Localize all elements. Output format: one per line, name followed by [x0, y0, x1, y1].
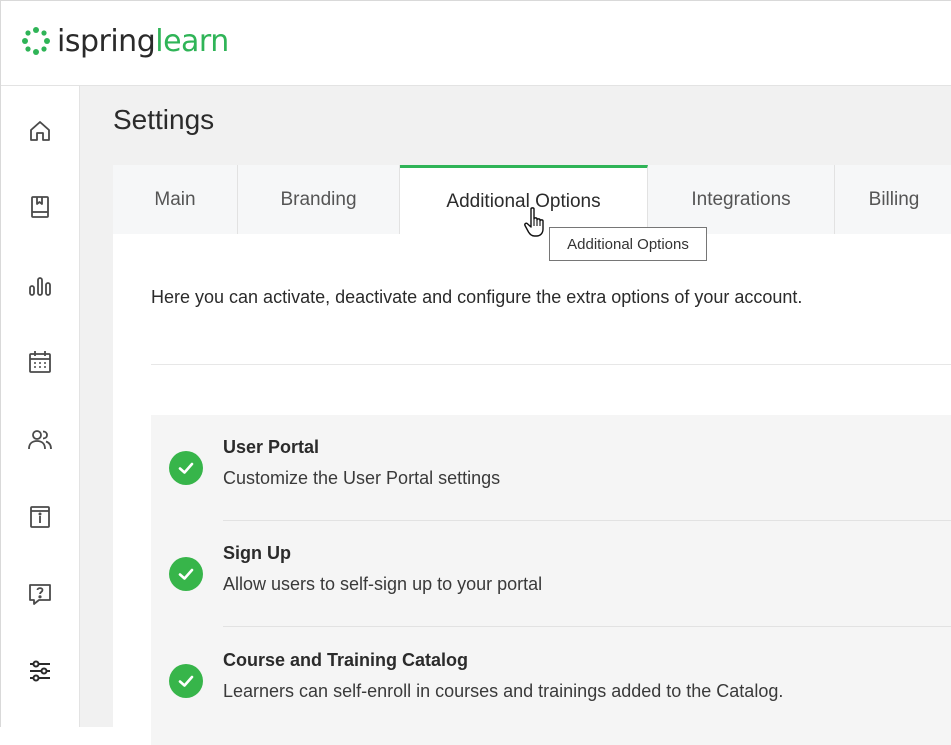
sidebar-item-courses[interactable] — [1, 184, 79, 230]
tab-integrations[interactable]: Integrations — [648, 165, 835, 234]
option-description: Customize the User Portal settings — [223, 468, 501, 488]
option-separator — [223, 626, 951, 627]
bar-chart-icon — [29, 277, 51, 296]
calendar-icon — [29, 351, 51, 373]
sidebar-item-home[interactable] — [1, 108, 79, 154]
option-course-catalog[interactable]: Course and Training Catalog Learners can… — [151, 628, 951, 734]
logo-text-learn: learn — [155, 23, 229, 59]
hand-cursor-icon — [523, 206, 549, 243]
settings-card: Main Branding Additional Options Integra… — [113, 165, 951, 745]
sidebar-item-calendar[interactable] — [1, 339, 79, 385]
home-icon — [30, 121, 50, 141]
help-icon — [29, 584, 51, 605]
sidebar-item-reports[interactable] — [1, 263, 79, 309]
option-sign-up[interactable]: Sign Up Allow users to self-sign up to y… — [151, 521, 951, 627]
option-title: User Portal — [223, 437, 320, 457]
sidebar — [1, 86, 80, 727]
sidebar-item-info[interactable] — [1, 494, 79, 540]
page-title: Settings — [113, 104, 215, 135]
top-bar: ispringlearn — [1, 1, 951, 86]
divider — [151, 364, 951, 365]
info-icon — [30, 506, 50, 528]
book-icon — [31, 196, 49, 218]
sidebar-item-settings[interactable] — [1, 648, 79, 694]
option-title: Sign Up — [223, 543, 291, 563]
logo-icon — [22, 27, 50, 55]
tab-billing[interactable]: Billing — [835, 165, 951, 234]
users-icon — [28, 430, 52, 450]
option-description: Learners can self-enroll in courses and … — [223, 681, 784, 701]
check-circle-icon — [169, 557, 203, 591]
logo-text-ispring: ispring — [57, 23, 156, 59]
logo[interactable]: ispringlearn — [21, 23, 229, 59]
intro-text: Here you can activate, deactivate and co… — [151, 287, 803, 307]
check-circle-icon — [169, 664, 203, 698]
options-list: User Portal Customize the User Portal se… — [151, 415, 951, 745]
option-title: Course and Training Catalog — [223, 650, 469, 670]
main-content: Settings Main Branding Additional Option… — [80, 86, 951, 745]
sidebar-item-users[interactable] — [1, 417, 79, 463]
option-user-portal[interactable]: User Portal Customize the User Portal se… — [151, 415, 951, 521]
logo-text: ispringlearn — [57, 24, 229, 59]
tooltip: Additional Options — [549, 227, 707, 261]
tab-main[interactable]: Main — [113, 165, 238, 234]
tab-branding[interactable]: Branding — [238, 165, 400, 234]
settings-sliders-icon — [30, 660, 50, 682]
sidebar-item-help[interactable] — [1, 571, 79, 617]
option-description: Allow users to self-sign up to your port… — [223, 574, 543, 594]
check-circle-icon — [169, 451, 203, 485]
